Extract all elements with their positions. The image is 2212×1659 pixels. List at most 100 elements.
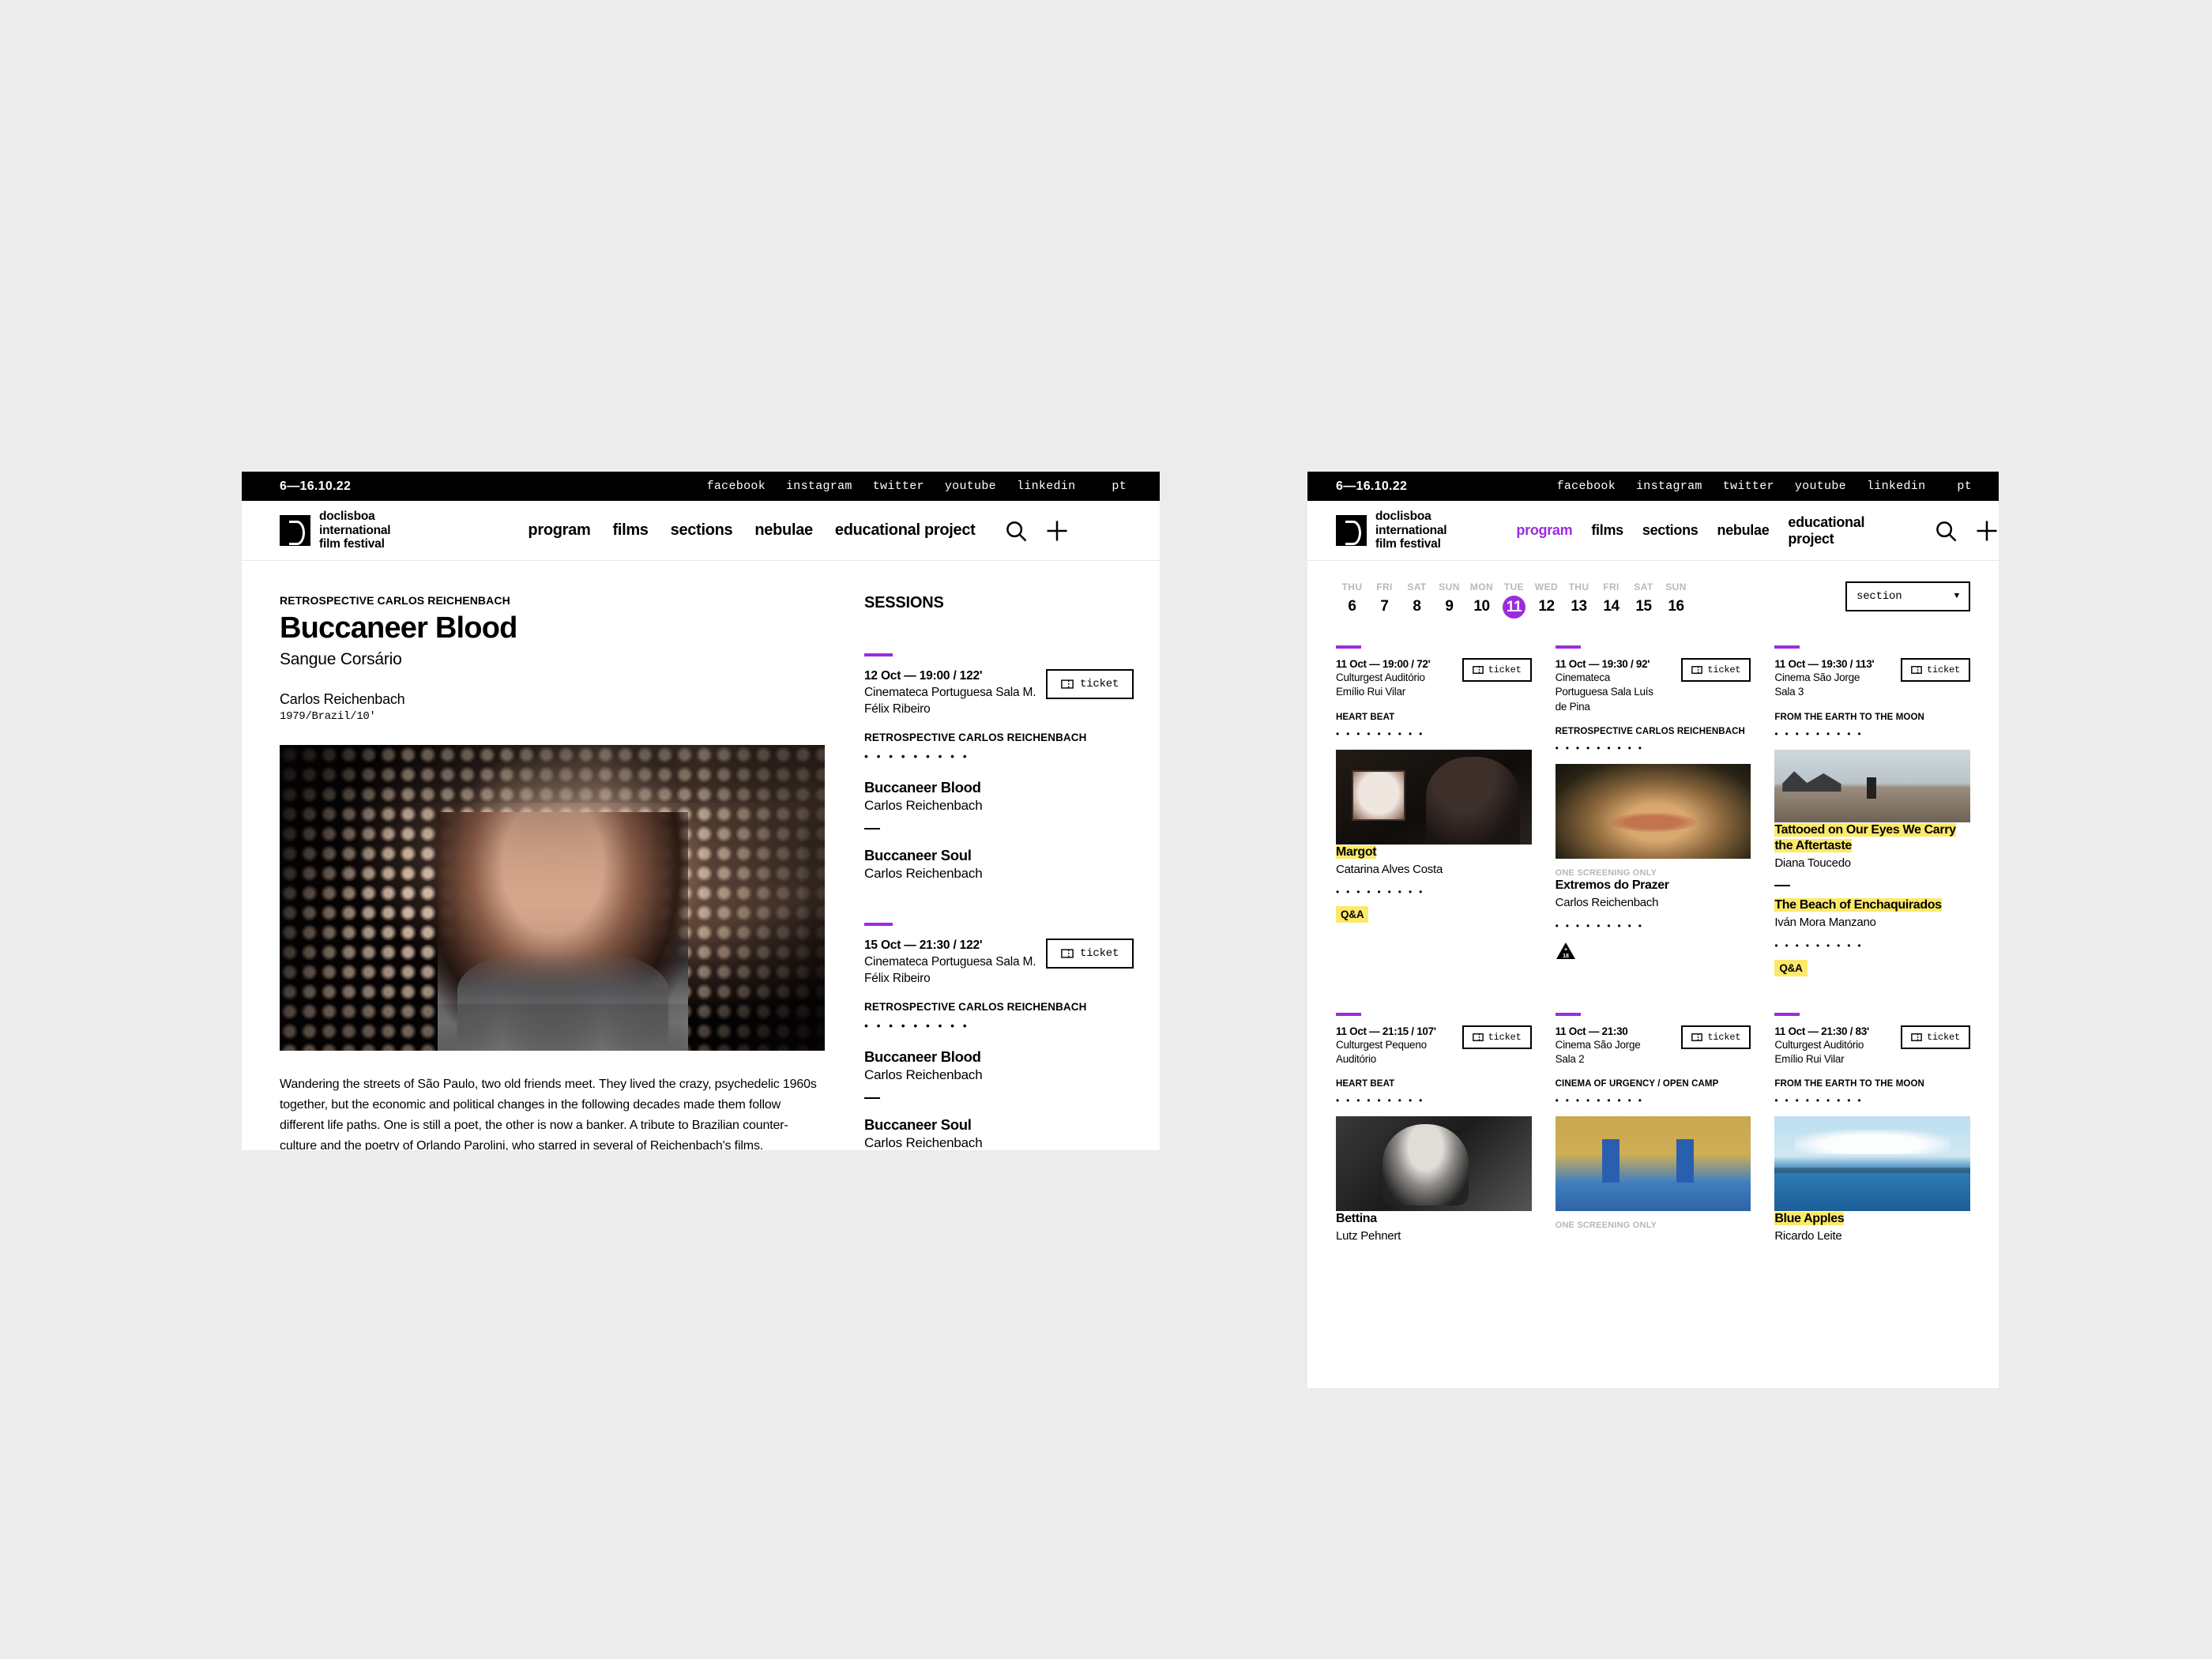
ticket-button-label: ticket (1707, 664, 1741, 675)
screenshot-stage: 6—16.10.22 facebook instagram twitter yo… (0, 0, 2212, 1659)
section-filter-select[interactable]: section ▼ (1845, 581, 1970, 611)
social-link-linkedin[interactable]: linkedin (1867, 480, 1925, 493)
session-film[interactable]: Buccaneer Blood Carlos Reichenbach (864, 779, 1134, 814)
card-section-name: HEART BEAT (1336, 1079, 1395, 1089)
social-link-facebook[interactable]: facebook (1557, 480, 1616, 493)
day-15[interactable]: SAT 15 (1627, 581, 1660, 619)
chevron-down-icon: ▼ (1954, 592, 1960, 601)
nav-item-program[interactable]: program (528, 521, 590, 540)
social-link-twitter[interactable]: twitter (1723, 480, 1774, 493)
day-11-selected[interactable]: TUE 11 (1498, 581, 1530, 619)
ticket-button[interactable]: ticket (1681, 1025, 1751, 1049)
nav-item-films[interactable]: films (612, 521, 648, 540)
nav-item-educational-project[interactable]: educational project (835, 521, 976, 540)
day-list: THU 6 FRI 7 SAT 8 SUN 9 MON 10 TUE 11 WED 12 TH… (1336, 581, 1692, 619)
nav-item-nebulae[interactable]: nebulae (754, 521, 813, 540)
film-thumbnail[interactable] (1336, 749, 1532, 845)
session-film[interactable]: Buccaneer Soul Carlos Reichenbach (864, 1116, 1134, 1150)
nav-item-sections[interactable]: sections (671, 521, 733, 540)
film-original-title: Sangue Corsário (280, 649, 402, 668)
language-switch[interactable]: pt (1957, 480, 1972, 493)
ticket-button[interactable]: ticket (1681, 658, 1751, 682)
social-link-facebook[interactable]: facebook (707, 480, 766, 493)
session-film-name: Buccaneer Blood (864, 1048, 981, 1066)
session-card-cinema-of-urgency: 11 Oct — 21:30 Cinema São Jorge Sala 2 t… (1555, 1012, 1751, 1244)
nav-item-program[interactable]: program (1516, 522, 1572, 539)
nav-item-educational-project[interactable]: educational project (1788, 514, 1910, 547)
day-12[interactable]: WED 12 (1530, 581, 1563, 619)
session-header: 12 Oct — 19:00 / 122' Cinemateca Portugu… (864, 669, 1134, 717)
language-switch[interactable]: pt (1112, 480, 1127, 493)
day-8[interactable]: SAT 8 (1401, 581, 1433, 619)
ticket-button[interactable]: ticket (1900, 1025, 1970, 1049)
search-icon[interactable] (1004, 519, 1028, 543)
film-director: Carlos Reichenbach (280, 690, 405, 707)
day-weekday: WED (1534, 581, 1559, 592)
brand-logo[interactable]: doclisboa international film festival (280, 509, 391, 552)
day-6[interactable]: THU 6 (1336, 581, 1368, 619)
session-card-from-earth-to-moon: 11 Oct — 19:30 / 113' Cinema São Jorge S… (1774, 645, 1970, 976)
day-14[interactable]: FRI 14 (1595, 581, 1627, 619)
film-title-wrap[interactable]: Extremos do Prazer (1556, 878, 1751, 893)
session-block: 12 Oct — 19:00 / 122' Cinemateca Portugu… (864, 653, 1134, 882)
sessions-heading: SESSIONS (864, 594, 944, 611)
social-link-instagram[interactable]: instagram (786, 480, 852, 493)
session-card-extremos-do-prazer: 11 Oct — 19:30 / 92' Cinemateca Portugue… (1555, 645, 1751, 976)
session-film[interactable]: Buccaneer Blood Carlos Reichenbach (864, 1048, 1134, 1083)
plus-icon[interactable] (1045, 519, 1069, 543)
day-number: 7 (1380, 598, 1389, 615)
plus-icon[interactable] (1975, 519, 1999, 543)
session-film[interactable]: Buccaneer Soul Carlos Reichenbach (864, 847, 1134, 882)
film-director: Diana Toucedo (1774, 856, 1851, 870)
session-film-director: Carlos Reichenbach (864, 866, 983, 882)
film-thumbnail[interactable] (1555, 764, 1751, 860)
ticket-button[interactable]: ticket (1046, 669, 1134, 699)
film-title-wrap[interactable]: Tattooed on Our Eyes We Carry the Aftert… (1774, 822, 1970, 854)
social-link-youtube[interactable]: youtube (1795, 480, 1846, 493)
day-16[interactable]: SUN 16 (1660, 581, 1692, 619)
filter-area: section ▼ (1845, 581, 1970, 611)
day-9[interactable]: SUN 9 (1433, 581, 1465, 619)
film-thumbnail[interactable] (1336, 1116, 1532, 1212)
ticket-button[interactable]: ticket (1462, 658, 1532, 682)
day-10[interactable]: MON 10 (1465, 581, 1498, 619)
film-title-wrap-2[interactable]: The Beach of Enchaquirados (1774, 897, 1970, 913)
ticket-button[interactable]: ticket (1046, 939, 1134, 969)
dot-separator: • • • • • • • • • (1774, 1095, 1864, 1107)
ticket-button[interactable]: ticket (1462, 1025, 1532, 1049)
session-datetime: 15 Oct — 21:30 / 122' (864, 939, 983, 953)
day-13[interactable]: THU 13 (1563, 581, 1595, 619)
film-thumbnail[interactable] (1555, 1116, 1751, 1212)
film-thumbnail[interactable] (1774, 1116, 1970, 1212)
brand-line-1: doclisboa (319, 509, 375, 523)
social-link-linkedin[interactable]: linkedin (1017, 480, 1075, 493)
film-title-wrap[interactable]: Margot (1336, 845, 1532, 860)
film-title-wrap[interactable]: Blue Apples (1774, 1211, 1970, 1227)
film-thumbnail[interactable] (1774, 749, 1970, 822)
brand-logo[interactable]: doclisboa international film festival (1336, 509, 1447, 552)
ticket-button[interactable]: ticket (1900, 658, 1970, 682)
social-link-instagram[interactable]: instagram (1636, 480, 1702, 493)
ticket-button-label: ticket (1488, 1031, 1522, 1043)
film-director: Lutz Pehnert (1336, 1229, 1401, 1243)
social-link-youtube[interactable]: youtube (945, 480, 996, 493)
day-weekday: SAT (1407, 581, 1427, 592)
film-title-wrap[interactable]: Bettina (1336, 1211, 1532, 1227)
film-still-image (280, 744, 825, 1051)
program-body: THU 6 FRI 7 SAT 8 SUN 9 MON 10 TUE 11 WED 12 TH… (1307, 561, 1999, 1244)
social-link-twitter[interactable]: twitter (873, 480, 924, 493)
header-icon-group (1934, 519, 1999, 543)
ticket-button-label: ticket (1080, 947, 1119, 961)
dot-separator: • • • • • • • • • (864, 750, 970, 763)
search-icon[interactable] (1934, 519, 1958, 543)
film-meta: 1979/Brazil/10' (280, 709, 376, 723)
detail-header: doclisboa international film festival pr… (242, 501, 1160, 561)
main-nav: program films sections nebulae education… (1516, 514, 1910, 547)
day-7[interactable]: FRI 7 (1368, 581, 1401, 619)
nav-item-sections[interactable]: sections (1642, 522, 1698, 539)
film-director: Iván Mora Manzano (1774, 916, 1876, 930)
nav-item-films[interactable]: films (1591, 522, 1623, 539)
nav-item-nebulae[interactable]: nebulae (1717, 522, 1770, 539)
dot-separator: • • • • • • • • • (1336, 728, 1425, 739)
brand-line-1: doclisboa (1375, 509, 1431, 523)
